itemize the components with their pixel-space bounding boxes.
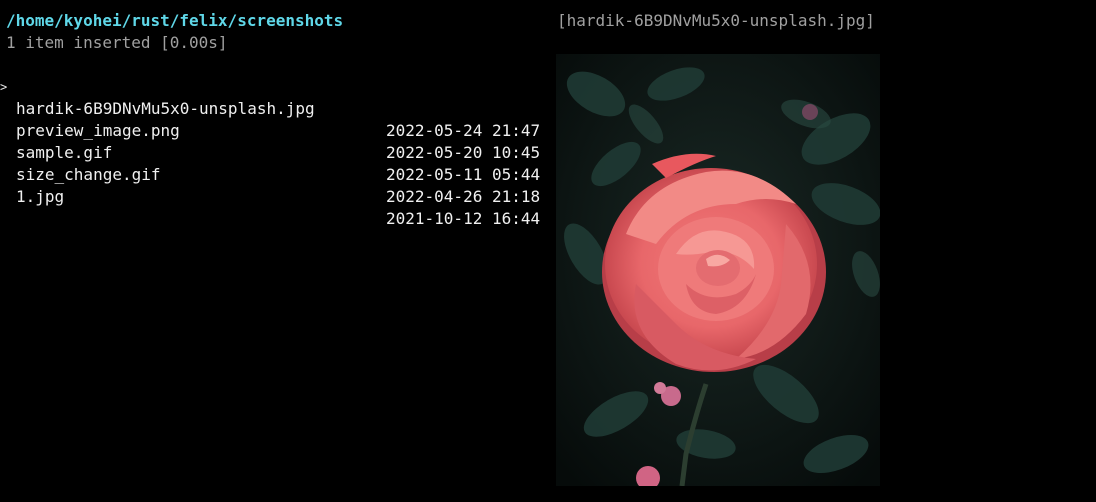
file-row[interactable]: size_change.gif 2022-04-26 21:18: [0, 120, 552, 206]
current-directory-path: /home/kyohei/rust/felix/screenshots: [6, 11, 344, 30]
file-name: 1.jpg: [16, 187, 65, 206]
file-modified-date: 2021-10-12 16:44: [386, 209, 541, 228]
preview-title: [hardik-6B9DNvMu5x0-unsplash.jpg]: [557, 11, 875, 30]
file-row[interactable]: sample.gif 2022-05-11 05:44: [0, 98, 552, 184]
terminal-window: /home/kyohei/rust/felix/screenshots 1 it…: [0, 0, 1096, 502]
file-modified-date: 2022-04-26 21:18: [386, 187, 541, 206]
file-row[interactable]: > hardik-6B9DNvMu5x0-unsplash.jpg 2022-0…: [0, 54, 552, 140]
file-row[interactable]: preview_image.png 2022-05-20 10:45: [0, 76, 552, 162]
file-row[interactable]: 1.jpg 2021-10-12 16:44: [0, 142, 552, 228]
preview-image: [556, 54, 880, 486]
file-modified-date: 2022-05-11 05:44: [386, 165, 541, 184]
status-message: 1 item inserted [0.00s]: [6, 33, 228, 52]
rose-photo: [556, 54, 880, 486]
